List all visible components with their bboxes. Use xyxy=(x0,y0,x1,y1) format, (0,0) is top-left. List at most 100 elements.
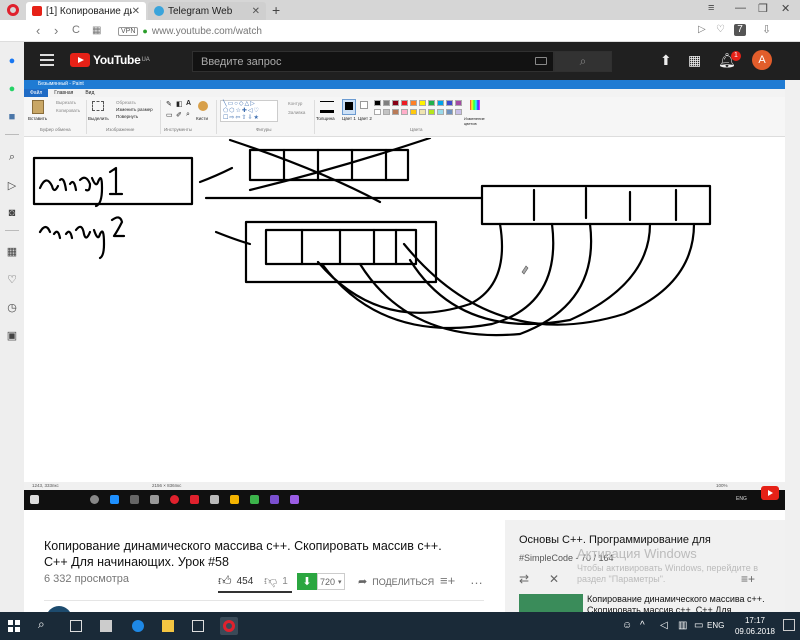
clock[interactable]: 17:17 09.06.2018 xyxy=(733,615,777,637)
tray-chevron-icon[interactable]: ^ xyxy=(640,620,652,632)
menu-icon[interactable] xyxy=(40,54,54,66)
share-label: ПОДЕЛИТЬСЯ xyxy=(372,576,435,587)
shapes-gallery: ╲▭○◇△▷ ⬠⬡☆✚◁♡ ☐⇨⇦⇧⇩★ xyxy=(220,100,278,122)
palette-swatch xyxy=(446,100,453,106)
whatsapp-icon[interactable]: ● xyxy=(5,82,19,96)
subscriber-count[interactable]: 720 ▾ xyxy=(317,573,345,590)
thickness-label: Толщина xyxy=(316,116,335,121)
paint-tab-view: Вид xyxy=(85,90,95,96)
tab-label: Telegram Web xyxy=(168,5,233,17)
palette-swatch xyxy=(455,100,462,106)
color2-label: Цвет 2 xyxy=(358,116,372,121)
palette-swatch xyxy=(428,109,435,115)
flow-icon[interactable]: ▷ xyxy=(5,178,19,192)
shuffle-icon[interactable]: ✕ xyxy=(549,572,559,586)
paste-label: Вставить xyxy=(28,116,48,121)
speed-dial-icon[interactable]: ▦ xyxy=(5,244,19,258)
address-field[interactable]: VPN ● www.youtube.com/watch xyxy=(118,23,718,39)
volume-icon[interactable]: ◁ xyxy=(660,620,672,632)
loop-icon[interactable]: ⇄ xyxy=(519,572,529,586)
mail-icon[interactable] xyxy=(192,620,204,632)
tab-youtube[interactable]: [1] Копирование динами ✕ xyxy=(26,2,146,20)
palette-swatch xyxy=(455,109,462,115)
app-icon xyxy=(170,495,179,504)
group-clipboard: Буфер обмена xyxy=(40,127,71,132)
language-indicator[interactable]: ENG xyxy=(707,621,724,630)
vk-icon[interactable]: ■ xyxy=(5,110,19,124)
telegram-favicon-icon xyxy=(154,6,164,16)
share-button[interactable]: ➦ ПОДЕЛИТЬСЯ xyxy=(358,575,434,588)
palette-swatch xyxy=(437,100,444,106)
battery-icon[interactable]: ▭ xyxy=(694,620,706,632)
ribbon-divider xyxy=(86,100,87,134)
youtube-header: YouTube UA Введите запрос ⌕ ⬆ ▦ 🔔︎ 1 A xyxy=(24,42,800,80)
store-icon[interactable] xyxy=(100,620,112,632)
bookmarks-icon[interactable]: ♡ xyxy=(5,272,19,286)
speed-dial-icon[interactable]: ▦ xyxy=(92,25,101,36)
apps-icon[interactable]: ▦ xyxy=(688,52,701,69)
copy-label: Копировать xyxy=(56,108,81,113)
app-icon xyxy=(190,495,199,504)
search-input[interactable]: Введите запрос xyxy=(192,51,554,72)
network-icon[interactable]: ▥ xyxy=(678,620,690,632)
people-icon[interactable]: ☺ xyxy=(622,620,634,632)
send-icon[interactable]: ▷ xyxy=(698,24,706,35)
pencil-icon: ✎ xyxy=(166,101,172,108)
opera-taskbar-icon[interactable] xyxy=(220,617,238,635)
back-button[interactable]: ‹ xyxy=(36,23,40,38)
heart-icon[interactable]: ♡ xyxy=(716,24,725,35)
opera-menu-icon[interactable] xyxy=(7,4,19,16)
avatar[interactable]: A xyxy=(752,50,772,70)
close-tab-icon[interactable]: ✕ xyxy=(252,6,260,17)
maximize-button[interactable]: ❐ xyxy=(758,2,768,15)
page-scrollbar[interactable] xyxy=(785,80,800,612)
crop-label: Обрезать xyxy=(116,100,136,105)
thumbs-down-icon: 👎︎ xyxy=(264,573,278,588)
select-label: Выделить xyxy=(88,116,109,121)
playlist-title[interactable]: Основы C++. Программирование для xyxy=(519,534,711,546)
like-button[interactable]: 👍︎ 454 xyxy=(218,573,253,589)
youtube-logo[interactable]: YouTube UA xyxy=(70,53,150,67)
search-icon[interactable]: ⌕ xyxy=(38,617,50,631)
explorer-icon[interactable] xyxy=(162,620,174,632)
paint-tab-home: Главная xyxy=(54,90,74,96)
palette-swatch xyxy=(401,100,408,106)
reload-button[interactable]: C xyxy=(72,24,80,36)
new-tab-button[interactable]: + xyxy=(272,2,280,18)
notification-center-icon[interactable] xyxy=(783,619,795,631)
share-icon: ➦ xyxy=(358,576,368,588)
task-view-icon[interactable] xyxy=(70,620,82,632)
playlist-menu-icon[interactable]: ≡+ xyxy=(741,572,755,586)
close-tab-icon[interactable]: ✕ xyxy=(132,6,140,17)
playlist-item-thumbnail[interactable] xyxy=(519,594,583,614)
add-to-playlist-icon[interactable]: ≡+ xyxy=(440,573,455,588)
edge-icon[interactable] xyxy=(132,620,144,632)
close-window-button[interactable]: ✕ xyxy=(781,2,790,15)
paint-canvas xyxy=(30,138,785,482)
snapshot-icon[interactable]: ◙ xyxy=(5,206,19,220)
forward-button[interactable]: › xyxy=(54,23,58,38)
video-player[interactable]: Безымянный - Paint Файл Главная Вид Вста… xyxy=(24,80,785,510)
minimize-button[interactable]: — xyxy=(735,2,746,14)
new-array-cells xyxy=(532,186,678,222)
vpn-badge[interactable]: VPN xyxy=(118,26,139,36)
messenger-icon[interactable]: ● xyxy=(5,54,19,68)
dislike-button[interactable]: 👎︎ 1 xyxy=(264,573,288,589)
windows-start-icon[interactable] xyxy=(8,620,20,632)
palette-swatch xyxy=(383,109,390,115)
extensions-icon[interactable]: 7 xyxy=(734,24,746,36)
extensions-icon[interactable]: ▣ xyxy=(5,328,19,342)
subscribe-button[interactable]: ⬇ xyxy=(297,573,317,590)
history-icon[interactable]: ◷ xyxy=(5,300,19,314)
upload-icon[interactable]: ⬆ xyxy=(660,52,672,69)
paste-icon xyxy=(32,100,44,114)
search-icon[interactable]: ⌕ xyxy=(5,150,19,164)
tab-telegram[interactable]: Telegram Web ✕ xyxy=(148,2,266,20)
search-button[interactable]: ⌕ xyxy=(554,51,612,72)
tab-menu-icon[interactable]: ≡ xyxy=(708,2,714,14)
keyboard-icon[interactable] xyxy=(535,57,547,65)
more-actions-button[interactable]: … xyxy=(470,572,483,587)
search-icon: ⌕ xyxy=(579,54,587,68)
download-icon[interactable]: ⇩ xyxy=(762,23,771,36)
youtube-watermark-icon[interactable] xyxy=(761,486,779,500)
